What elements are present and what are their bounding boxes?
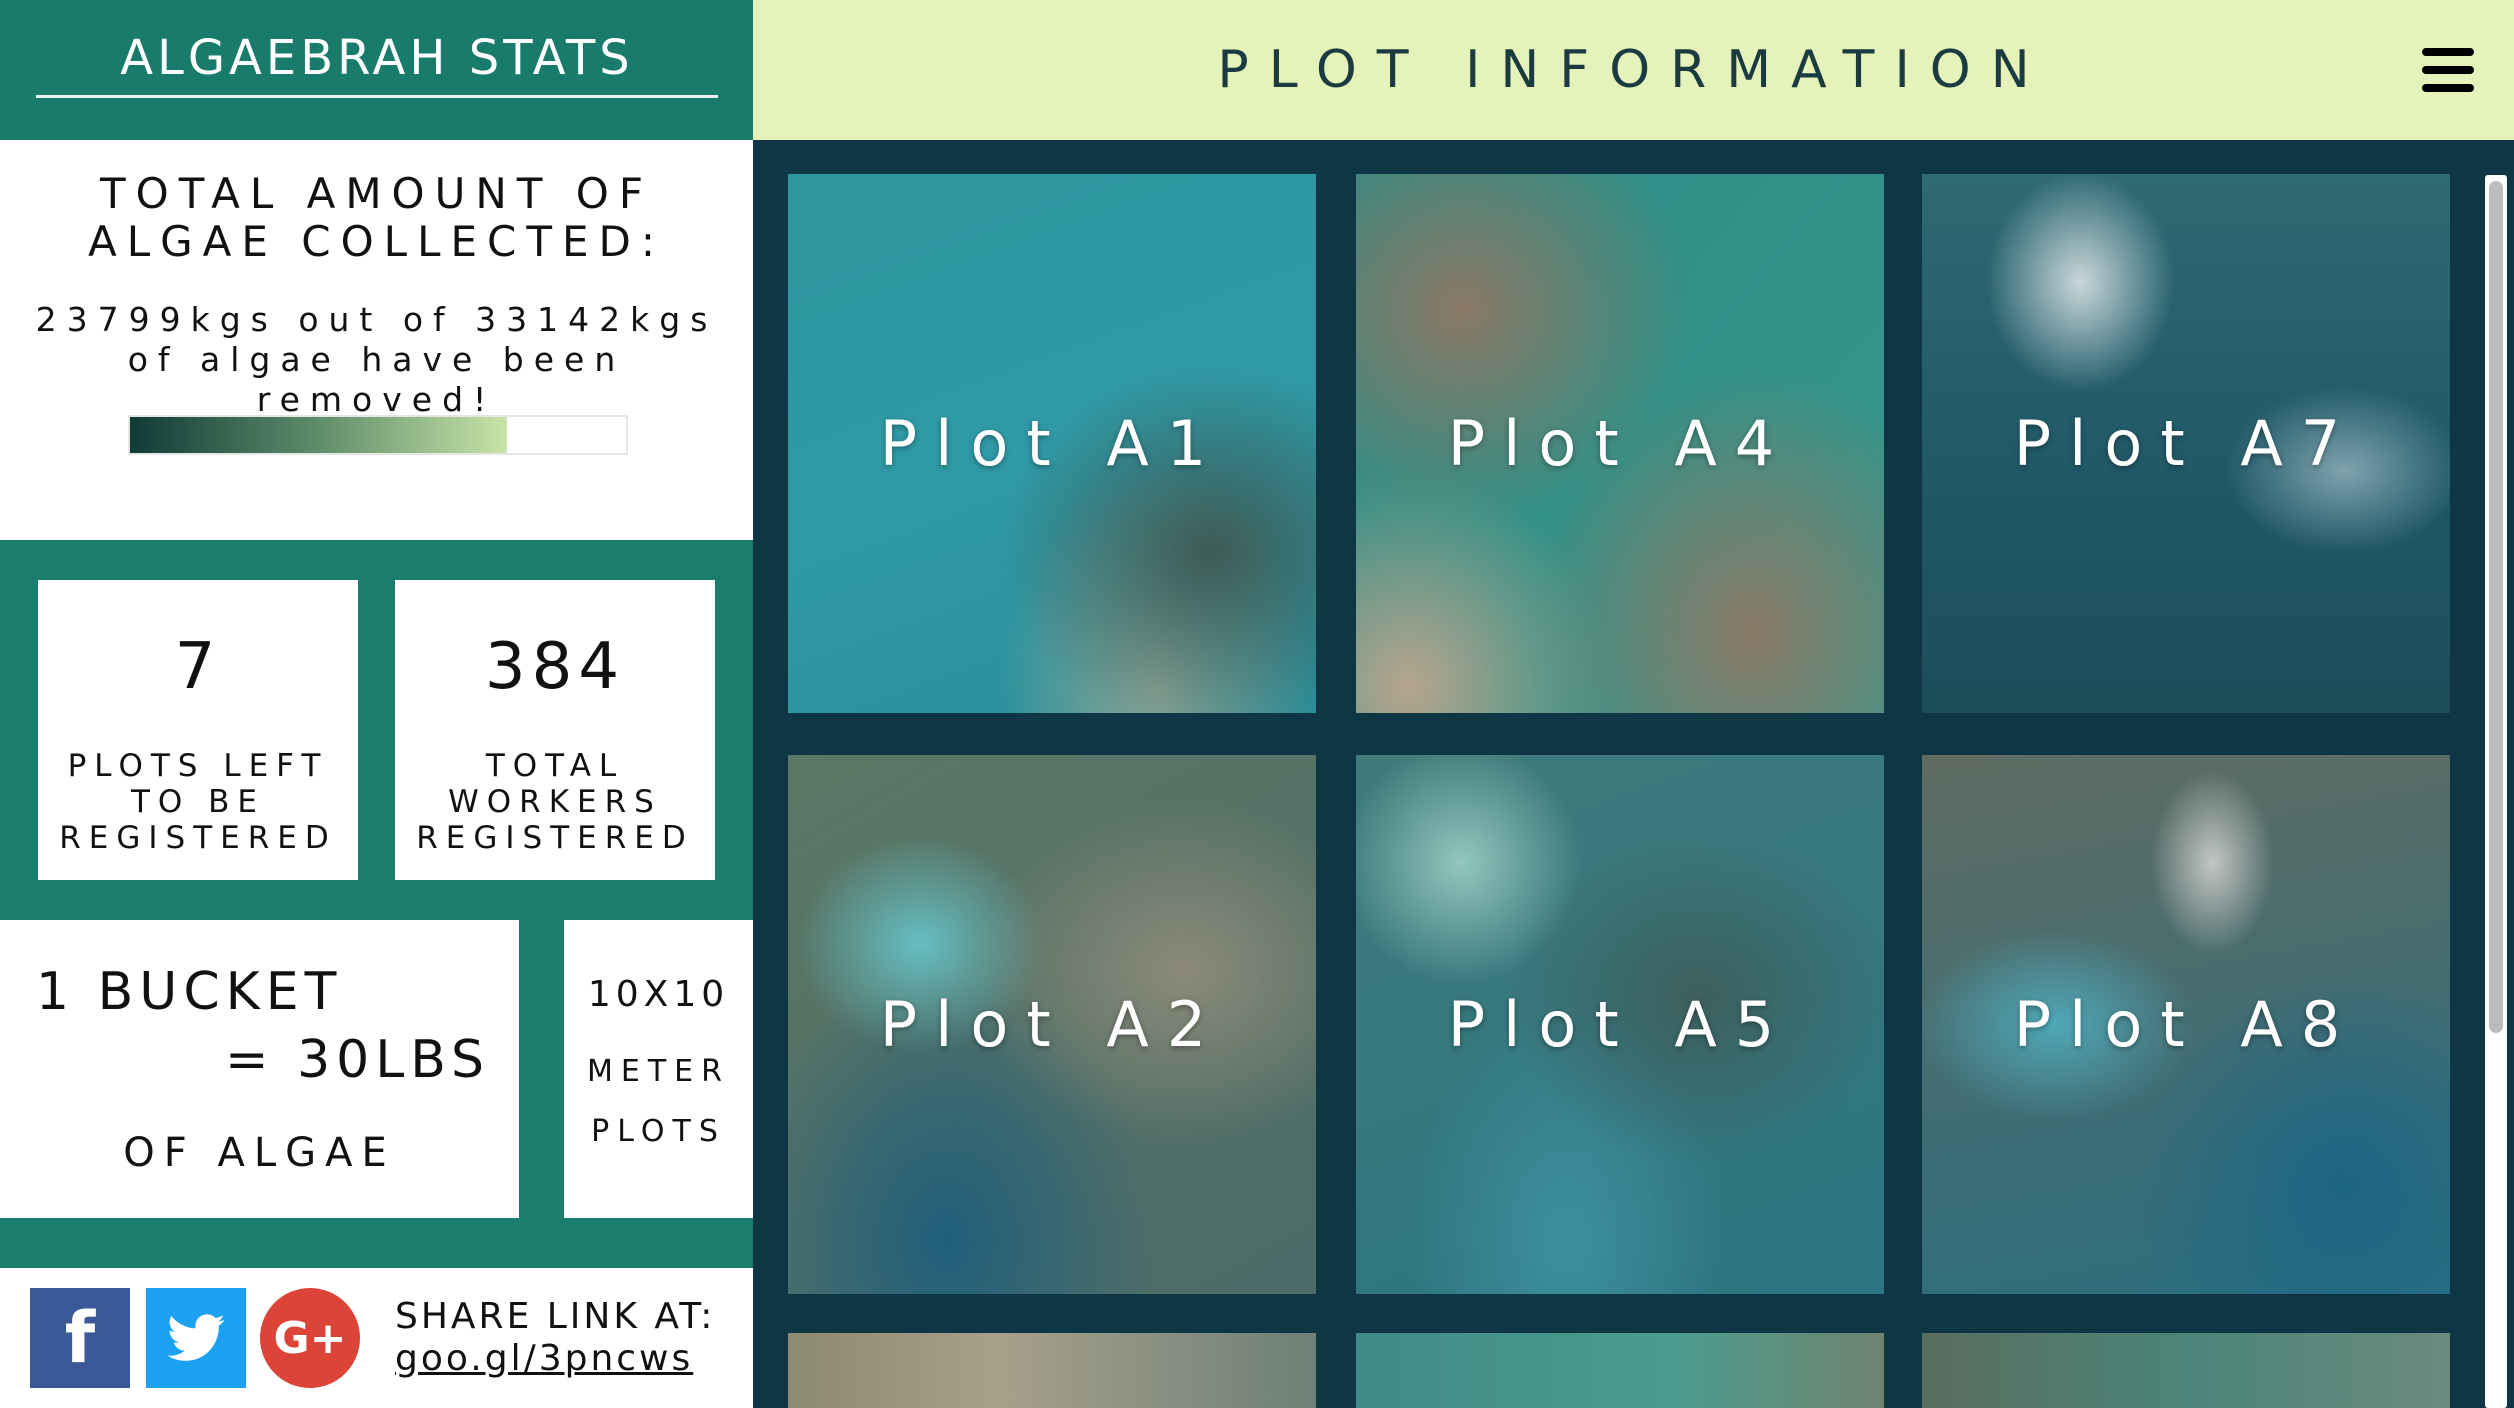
sidebar-header: ALGAEBRAH STATS	[0, 0, 753, 140]
facebook-icon: f	[64, 1297, 96, 1379]
plot-tile-a8[interactable]: Plot A8	[1922, 755, 2450, 1294]
plot-tile-a2[interactable]: Plot A2	[788, 755, 1316, 1294]
plot-tile-partial[interactable]	[1356, 1333, 1884, 1408]
sidebar-title: ALGAEBRAH STATS	[36, 26, 718, 98]
plot-label: Plot A1	[879, 407, 1225, 480]
google-plus-share-button[interactable]: G+	[260, 1288, 360, 1388]
plots-left-count: 7	[174, 630, 222, 704]
plot-size-unit: METER	[587, 1054, 730, 1089]
plot-tile-partial[interactable]	[1922, 1333, 2450, 1408]
google-plus-icon: G+	[273, 1312, 347, 1364]
page-title: PLOT INFORMATION	[1217, 40, 2050, 100]
plot-size-plots: PLOTS	[591, 1114, 726, 1149]
bucket-line-2: = 30LBS	[225, 1030, 491, 1090]
scrollbar[interactable]	[2485, 175, 2507, 1408]
algae-collected-summary: 23799kgs out of 33142kgs of algae have b…	[35, 300, 718, 419]
algae-collected-heading: TOTAL AMOUNT OF ALGAE COLLECTED:	[87, 169, 666, 266]
twitter-share-button[interactable]	[146, 1288, 246, 1388]
plot-size-value: 10X10	[587, 974, 730, 1015]
plot-tile-a1[interactable]: Plot A1	[788, 174, 1316, 713]
twitter-icon	[167, 1314, 225, 1361]
hamburger-menu-icon[interactable]	[2422, 48, 2474, 92]
plot-label: Plot A4	[1447, 407, 1793, 480]
algae-progress-fill	[130, 417, 507, 453]
workers-card: 384 TOTAL WORKERS REGISTERED	[395, 580, 715, 880]
workers-count: 384	[484, 630, 626, 704]
bucket-conversion-card: 1 BUCKET = 30LBS OF ALGAE	[0, 920, 519, 1218]
bucket-line-1: 1 BUCKET	[36, 962, 343, 1022]
plot-label: Plot A7	[2013, 407, 2359, 480]
plots-left-card: 7 PLOTS LEFT TO BE REGISTERED	[38, 580, 358, 880]
scrollbar-thumb[interactable]	[2489, 181, 2503, 1033]
facebook-share-button[interactable]: f	[30, 1288, 130, 1388]
plot-tile-a4[interactable]: Plot A4	[1356, 174, 1884, 713]
plots-left-label: PLOTS LEFT TO BE REGISTERED	[59, 748, 337, 856]
plot-tile-partial[interactable]	[788, 1333, 1316, 1408]
workers-label: TOTAL WORKERS REGISTERED	[416, 748, 694, 856]
share-link[interactable]: goo.gl/3pncws	[395, 1338, 693, 1379]
sidebar: ALGAEBRAH STATS TOTAL AMOUNT OF ALGAE CO…	[0, 0, 753, 1408]
plot-tile-a5[interactable]: Plot A5	[1356, 755, 1884, 1294]
plot-size-card: 10X10 METER PLOTS	[564, 920, 753, 1218]
plot-label: Plot A5	[1447, 988, 1793, 1061]
plot-label: Plot A8	[2013, 988, 2359, 1061]
main-header: PLOT INFORMATION	[753, 0, 2514, 140]
share-label: SHARE LINK AT:	[395, 1296, 716, 1337]
plot-tile-a7[interactable]: Plot A7	[1922, 174, 2450, 713]
algae-collected-panel: TOTAL AMOUNT OF ALGAE COLLECTED: 23799kg…	[0, 140, 753, 540]
algae-progress-bar	[128, 415, 628, 455]
share-bar: f G+ SHARE LINK AT: goo.gl/3pncws	[0, 1268, 753, 1408]
plot-label: Plot A2	[879, 988, 1225, 1061]
bucket-line-3: OF ALGAE	[123, 1130, 396, 1176]
